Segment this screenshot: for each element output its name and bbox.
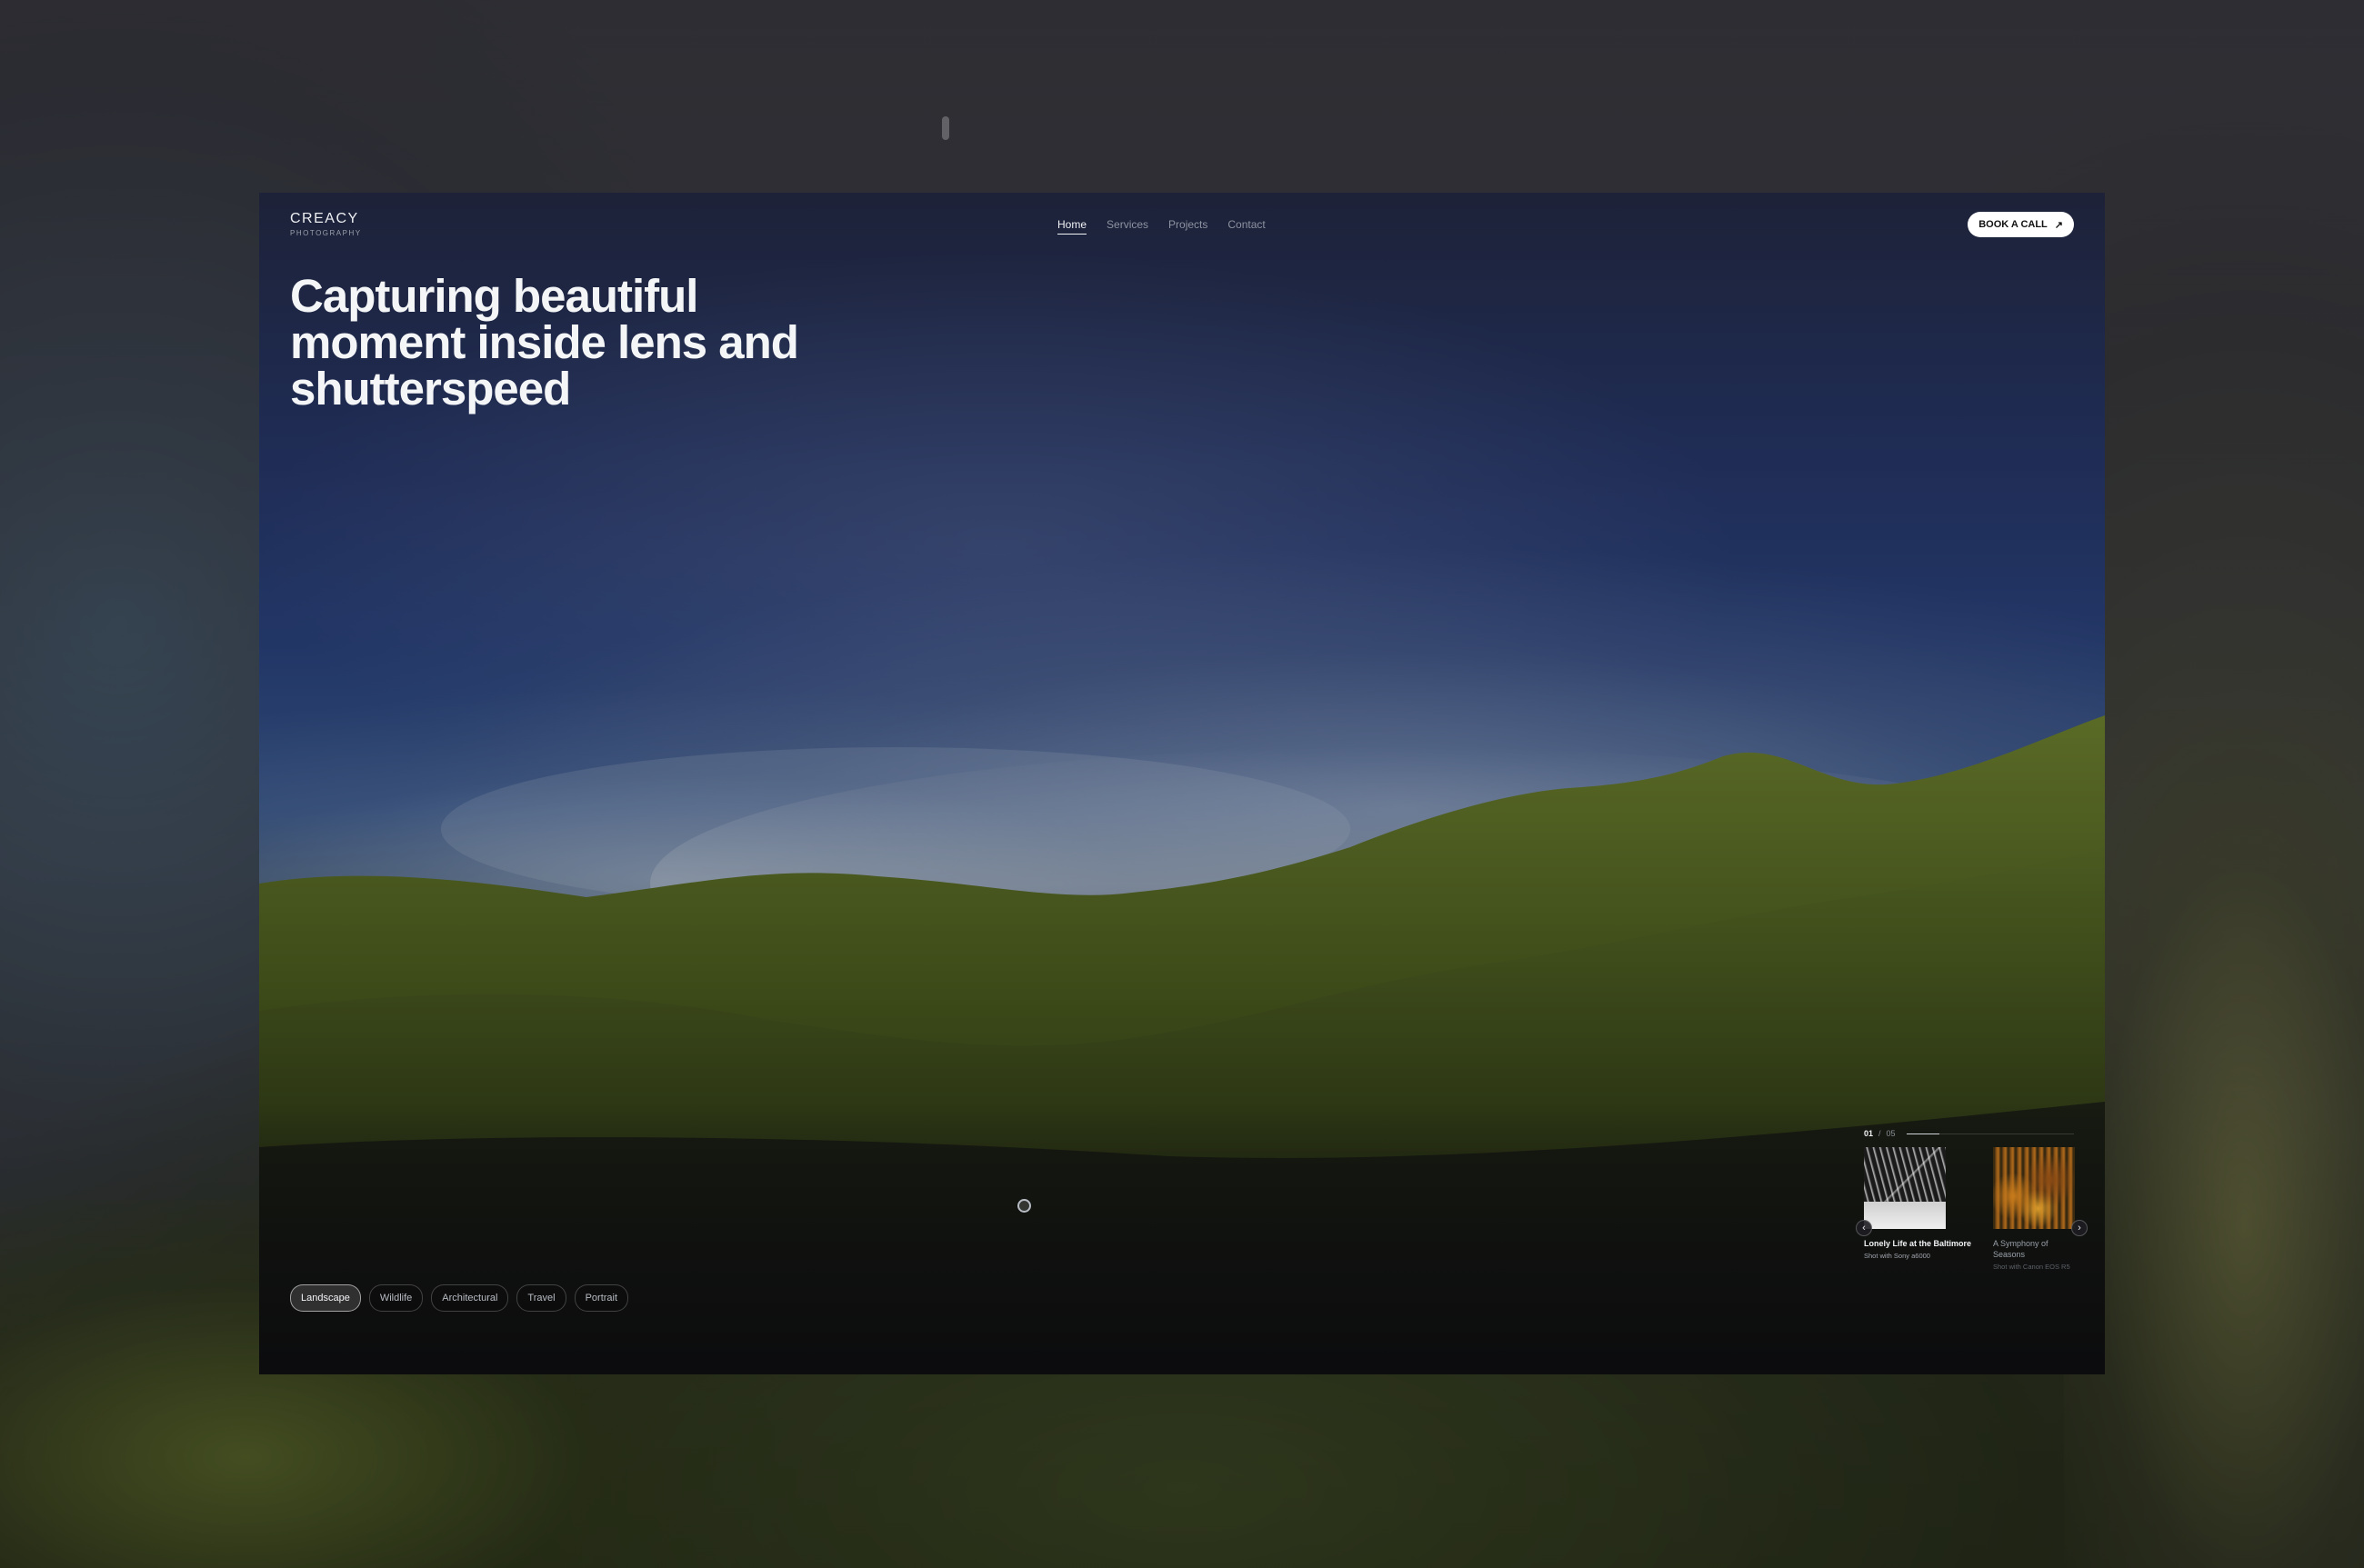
cursor-indicator	[1017, 1199, 1031, 1213]
project-card-title: Lonely Life at the Baltimore	[1864, 1239, 1972, 1248]
top-navigation: CREACY PHOTOGRAPHY Home Services Project…	[259, 193, 2105, 256]
category-filter: Landscape Wildlife Architectural Travel …	[290, 1284, 629, 1312]
arrow-up-right-icon: ↗	[2054, 219, 2063, 231]
project-slider: 01 / 05 Lonely Life at the Baltimore Sho…	[1856, 1129, 2088, 1272]
slide-counter: 01 / 05	[1864, 1129, 2074, 1138]
category-chip-wildlife[interactable]: Wildlife	[368, 1284, 424, 1312]
slide-total: 05	[1886, 1129, 1896, 1138]
slide-separator: /	[1878, 1129, 1881, 1138]
nav-item-contact[interactable]: Contact	[1227, 218, 1265, 235]
brand-logo[interactable]: CREACY PHOTOGRAPHY	[290, 211, 362, 238]
brand-name: CREACY	[290, 211, 359, 226]
project-card-subtitle: Shot with Canon EOS R5	[1993, 1263, 2070, 1271]
nav-item-home[interactable]: Home	[1057, 218, 1087, 235]
main-menu: Home Services Projects Contact	[1057, 218, 1266, 235]
project-card-title: A Symphony of Seasons	[1993, 1239, 2048, 1259]
project-thumbnail[interactable]	[1993, 1147, 2075, 1229]
nav-item-services[interactable]: Services	[1107, 218, 1148, 235]
background-decoration	[942, 116, 949, 140]
slider-cards: Lonely Life at the Baltimore Shot with S…	[1856, 1147, 2088, 1272]
brand-tagline: PHOTOGRAPHY	[290, 229, 362, 237]
chevron-right-icon[interactable]: ›	[2071, 1220, 2088, 1236]
project-card[interactable]: A Symphony of Seasons Shot with Canon EO…	[1993, 1147, 2075, 1272]
category-chip-architectural[interactable]: Architectural	[431, 1284, 509, 1312]
project-card[interactable]: Lonely Life at the Baltimore Shot with S…	[1864, 1147, 1972, 1272]
book-a-call-label: BOOK A CALL	[1978, 219, 2048, 230]
chevron-left-icon[interactable]: ‹	[1856, 1220, 1872, 1236]
website-frame: CREACY PHOTOGRAPHY Home Services Project…	[259, 193, 2105, 1374]
nav-item-projects[interactable]: Projects	[1168, 218, 1207, 235]
category-chip-landscape[interactable]: Landscape	[290, 1284, 361, 1312]
book-a-call-button[interactable]: BOOK A CALL ↗	[1968, 212, 2074, 237]
project-card-subtitle: Shot with Sony a6000	[1864, 1252, 1930, 1260]
hero-title: Capturing beautiful moment inside lens a…	[290, 270, 799, 414]
category-chip-portrait[interactable]: Portrait	[574, 1284, 629, 1312]
background-hillside-right	[2064, 709, 2364, 1568]
project-thumbnail[interactable]	[1864, 1147, 1946, 1229]
category-chip-travel[interactable]: Travel	[516, 1284, 566, 1312]
slide-current: 01	[1864, 1129, 1874, 1138]
